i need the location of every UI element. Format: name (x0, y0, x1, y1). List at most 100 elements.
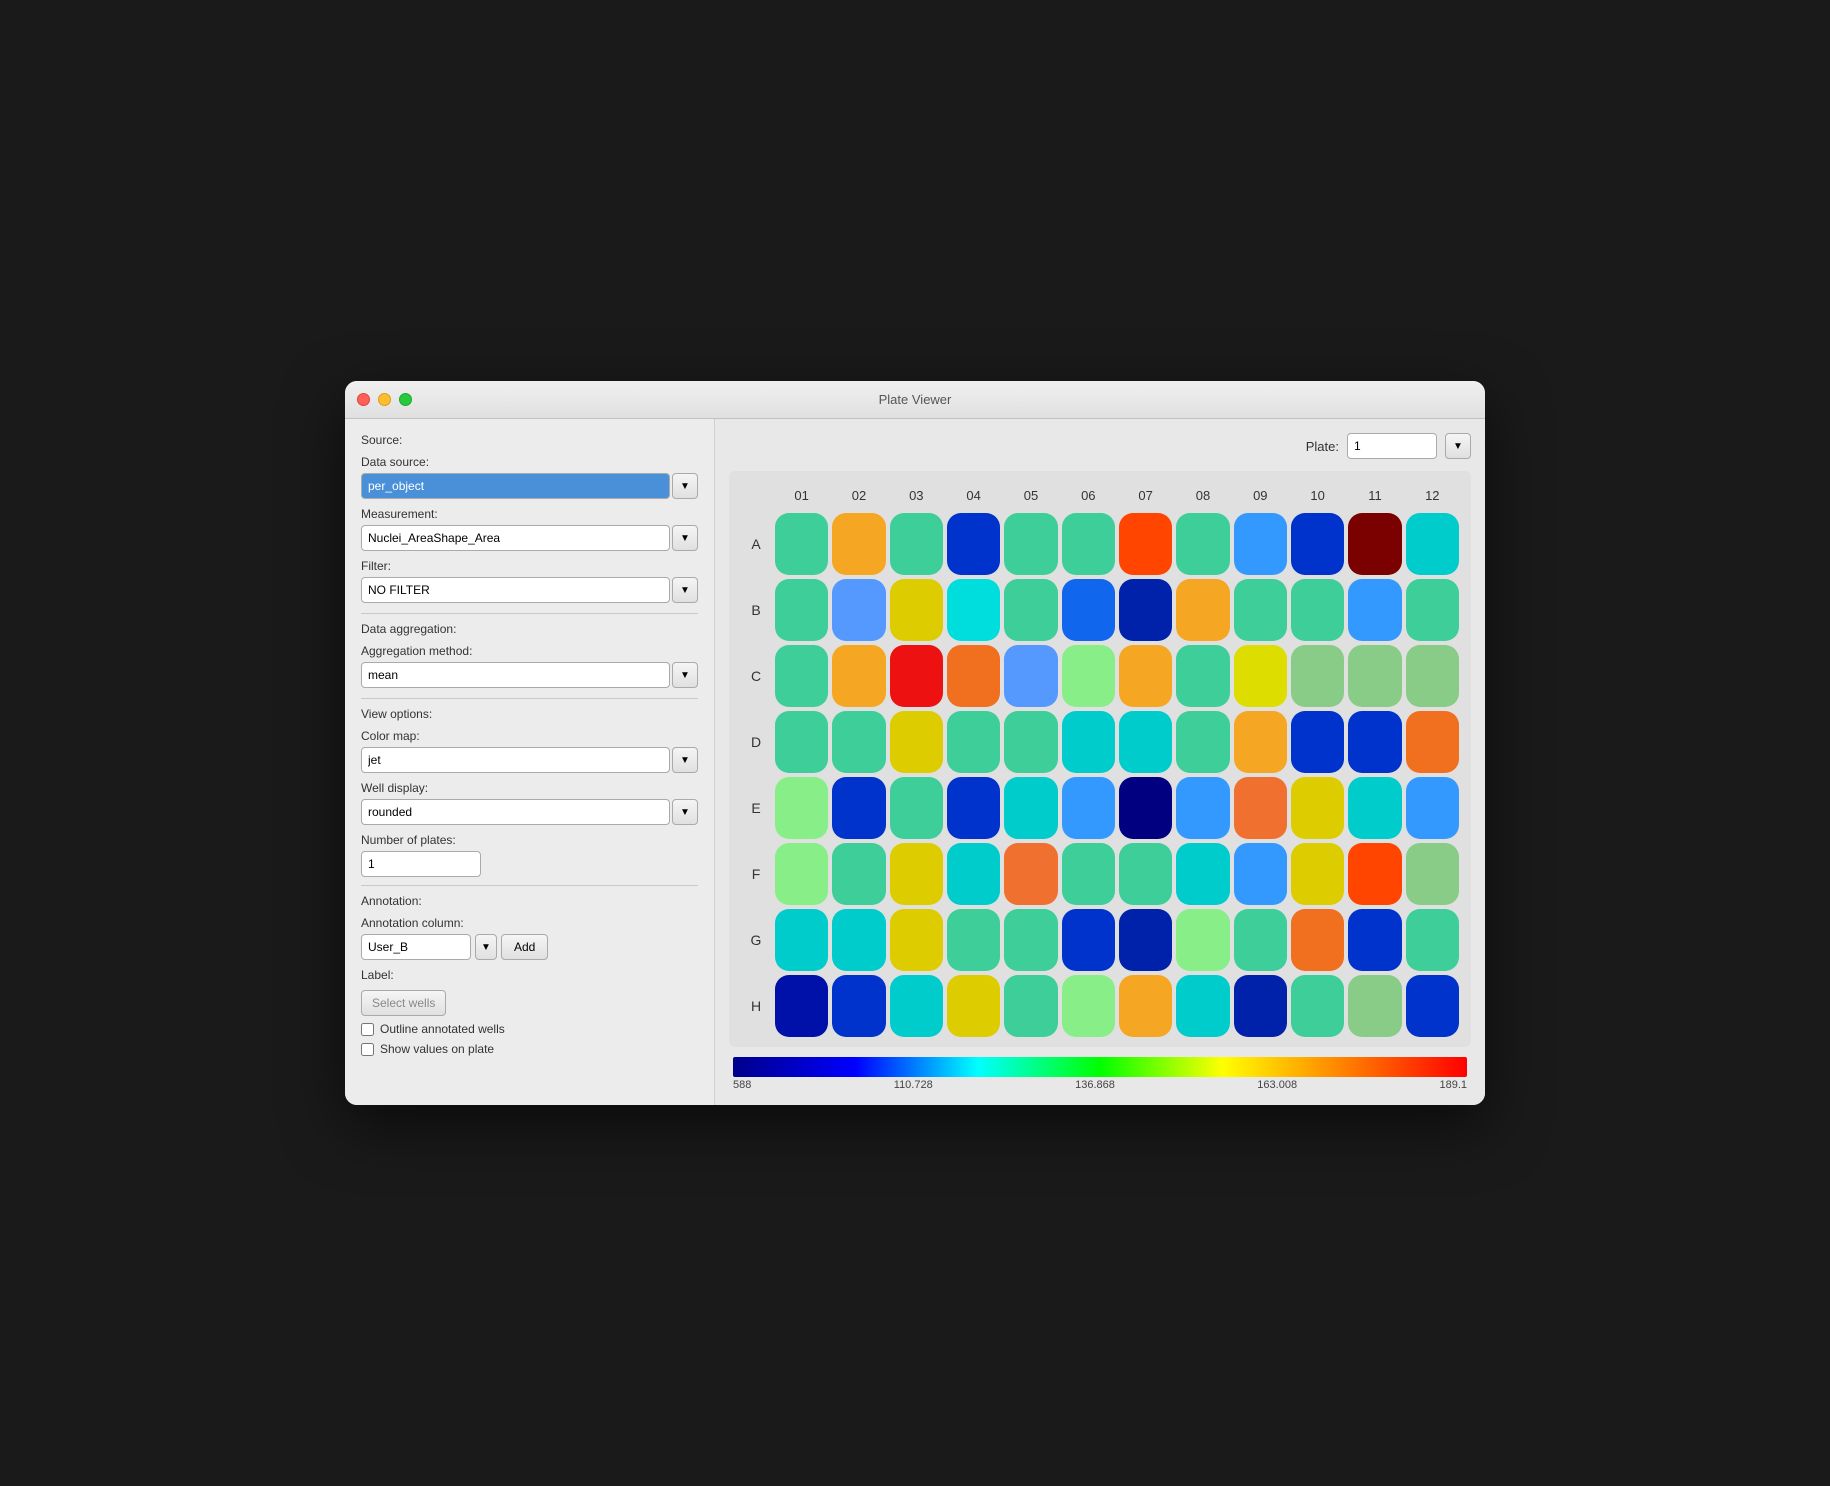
well-D09[interactable] (1234, 711, 1287, 773)
well-B05[interactable] (1004, 579, 1057, 641)
well-H10[interactable] (1291, 975, 1344, 1037)
well-A02[interactable] (832, 513, 885, 575)
well-F03[interactable] (890, 843, 943, 905)
measurement-input[interactable] (361, 525, 670, 551)
well-F12[interactable] (1406, 843, 1459, 905)
well-G11[interactable] (1348, 909, 1401, 971)
well-G10[interactable] (1291, 909, 1344, 971)
well-display-dropdown-btn[interactable]: ▼ (672, 799, 698, 825)
well-D06[interactable] (1062, 711, 1115, 773)
well-F06[interactable] (1062, 843, 1115, 905)
measurement-dropdown-btn[interactable]: ▼ (672, 525, 698, 551)
well-G08[interactable] (1176, 909, 1229, 971)
well-D11[interactable] (1348, 711, 1401, 773)
well-E01[interactable] (775, 777, 828, 839)
well-H04[interactable] (947, 975, 1000, 1037)
well-F11[interactable] (1348, 843, 1401, 905)
well-F05[interactable] (1004, 843, 1057, 905)
well-D02[interactable] (832, 711, 885, 773)
color-map-dropdown-btn[interactable]: ▼ (672, 747, 698, 773)
well-A09[interactable] (1234, 513, 1287, 575)
well-C01[interactable] (775, 645, 828, 707)
well-G02[interactable] (832, 909, 885, 971)
plate-input[interactable] (1347, 433, 1437, 459)
well-C06[interactable] (1062, 645, 1115, 707)
well-F02[interactable] (832, 843, 885, 905)
well-A10[interactable] (1291, 513, 1344, 575)
show-values-checkbox[interactable] (361, 1043, 374, 1056)
aggregation-method-dropdown-btn[interactable]: ▼ (672, 662, 698, 688)
well-A07[interactable] (1119, 513, 1172, 575)
well-D07[interactable] (1119, 711, 1172, 773)
annotation-column-dropdown-btn[interactable]: ▼ (475, 934, 497, 960)
well-F01[interactable] (775, 843, 828, 905)
well-C07[interactable] (1119, 645, 1172, 707)
well-B03[interactable] (890, 579, 943, 641)
well-C09[interactable] (1234, 645, 1287, 707)
maximize-button[interactable] (399, 393, 412, 406)
well-E11[interactable] (1348, 777, 1401, 839)
well-B04[interactable] (947, 579, 1000, 641)
well-F10[interactable] (1291, 843, 1344, 905)
filter-dropdown-btn[interactable]: ▼ (672, 577, 698, 603)
well-D12[interactable] (1406, 711, 1459, 773)
well-C05[interactable] (1004, 645, 1057, 707)
annotation-column-input[interactable] (361, 934, 471, 960)
well-E06[interactable] (1062, 777, 1115, 839)
outline-checkbox[interactable] (361, 1023, 374, 1036)
well-G09[interactable] (1234, 909, 1287, 971)
well-B01[interactable] (775, 579, 828, 641)
select-wells-button[interactable]: Select wells (361, 990, 446, 1016)
well-H06[interactable] (1062, 975, 1115, 1037)
well-C02[interactable] (832, 645, 885, 707)
well-C08[interactable] (1176, 645, 1229, 707)
well-E02[interactable] (832, 777, 885, 839)
well-E09[interactable] (1234, 777, 1287, 839)
well-E05[interactable] (1004, 777, 1057, 839)
well-A11[interactable] (1348, 513, 1401, 575)
well-D08[interactable] (1176, 711, 1229, 773)
well-A04[interactable] (947, 513, 1000, 575)
well-A06[interactable] (1062, 513, 1115, 575)
well-H03[interactable] (890, 975, 943, 1037)
well-G06[interactable] (1062, 909, 1115, 971)
well-C10[interactable] (1291, 645, 1344, 707)
well-A12[interactable] (1406, 513, 1459, 575)
data-source-input[interactable] (361, 473, 670, 499)
well-A01[interactable] (775, 513, 828, 575)
well-F09[interactable] (1234, 843, 1287, 905)
close-button[interactable] (357, 393, 370, 406)
well-B06[interactable] (1062, 579, 1115, 641)
well-F07[interactable] (1119, 843, 1172, 905)
well-G12[interactable] (1406, 909, 1459, 971)
aggregation-method-input[interactable] (361, 662, 670, 688)
well-D10[interactable] (1291, 711, 1344, 773)
well-B08[interactable] (1176, 579, 1229, 641)
well-B12[interactable] (1406, 579, 1459, 641)
well-H01[interactable] (775, 975, 828, 1037)
well-G01[interactable] (775, 909, 828, 971)
well-B02[interactable] (832, 579, 885, 641)
well-G05[interactable] (1004, 909, 1057, 971)
well-display-input[interactable] (361, 799, 670, 825)
well-E08[interactable] (1176, 777, 1229, 839)
well-H09[interactable] (1234, 975, 1287, 1037)
well-E07[interactable] (1119, 777, 1172, 839)
color-map-input[interactable] (361, 747, 670, 773)
well-D05[interactable] (1004, 711, 1057, 773)
well-B07[interactable] (1119, 579, 1172, 641)
minimize-button[interactable] (378, 393, 391, 406)
well-H02[interactable] (832, 975, 885, 1037)
well-G04[interactable] (947, 909, 1000, 971)
well-A03[interactable] (890, 513, 943, 575)
num-plates-input[interactable] (361, 851, 481, 877)
well-G07[interactable] (1119, 909, 1172, 971)
well-G03[interactable] (890, 909, 943, 971)
well-C11[interactable] (1348, 645, 1401, 707)
well-E10[interactable] (1291, 777, 1344, 839)
well-H12[interactable] (1406, 975, 1459, 1037)
well-A08[interactable] (1176, 513, 1229, 575)
well-E04[interactable] (947, 777, 1000, 839)
well-H07[interactable] (1119, 975, 1172, 1037)
well-D03[interactable] (890, 711, 943, 773)
